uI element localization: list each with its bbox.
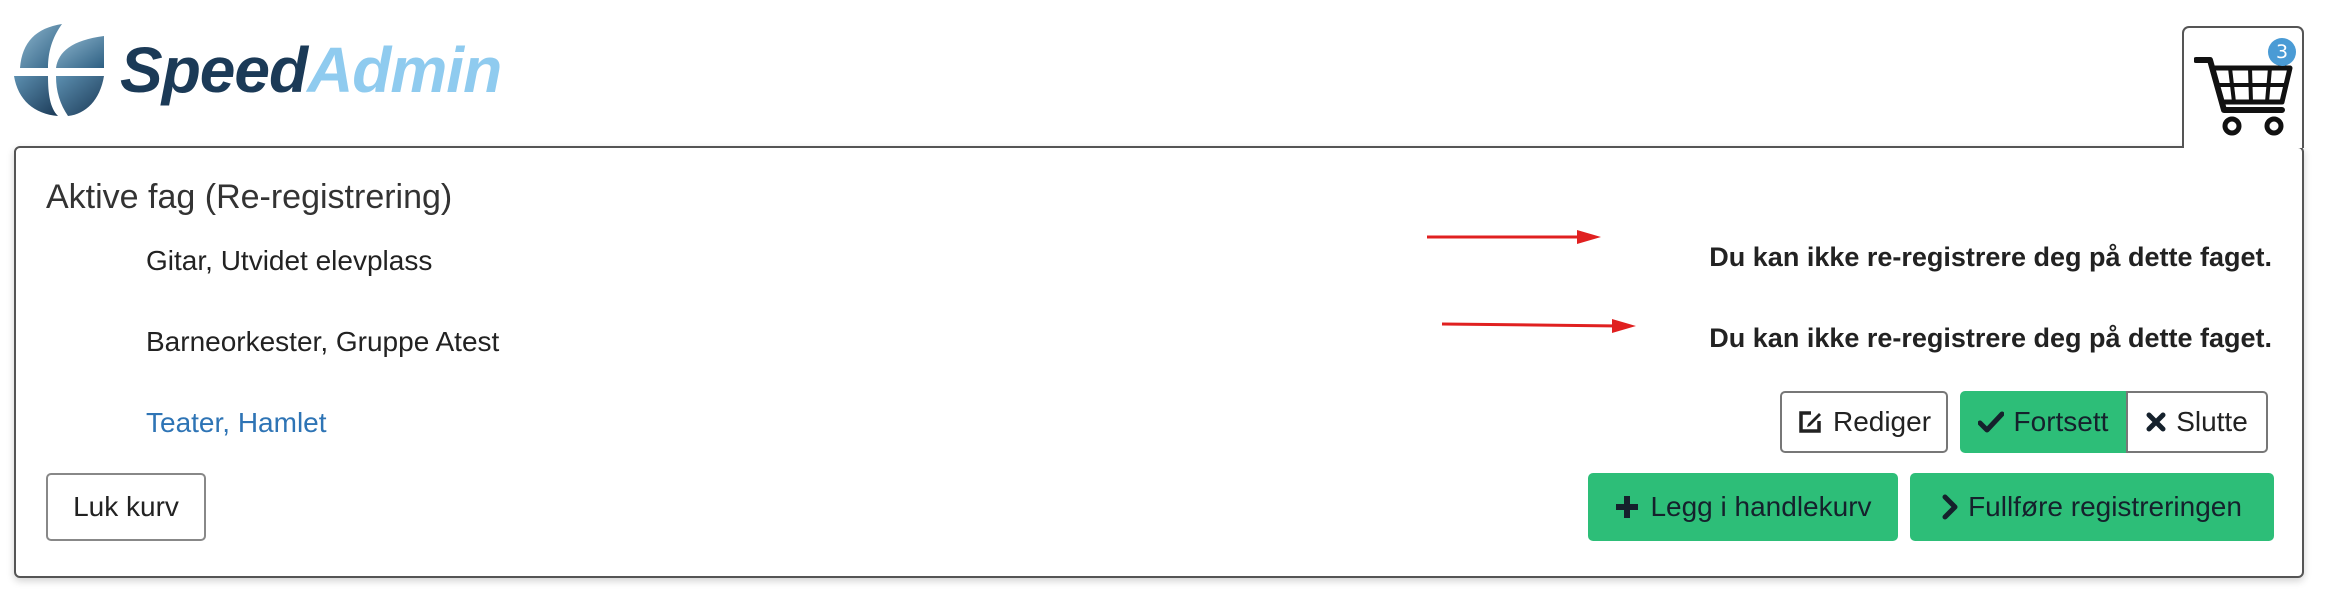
- edit-button-label: Rediger: [1832, 406, 1932, 437]
- edit-button[interactable]: Rediger: [1780, 391, 1948, 453]
- quit-button-label: Slutte: [2176, 406, 2248, 437]
- cart-count-badge: 3: [2268, 38, 2296, 66]
- close-cart-label: Luk kurv: [73, 491, 179, 522]
- complete-registration-label: Fullføre registreringen: [1968, 491, 2242, 522]
- edit-icon: [1797, 409, 1823, 435]
- chevron-right-icon: [1942, 494, 1958, 520]
- subject-message-barneorkester: Du kan ikke re-registrere deg på dette f…: [1709, 323, 2272, 353]
- subject-label-gitar: Gitar, Utvidet elevplass: [146, 245, 433, 276]
- add-to-cart-label: Legg i handlekurv: [1650, 491, 1872, 522]
- cart-button[interactable]: 3: [2182, 26, 2304, 148]
- continue-button[interactable]: Fortsett: [1960, 391, 2126, 453]
- annotation-arrow-icon: [1427, 230, 1601, 244]
- subject-message-gitar: Du kan ikke re-registrere deg på dette f…: [1709, 242, 2272, 272]
- close-icon: [2146, 412, 2166, 432]
- subject-label-barneorkester: Barneorkester, Gruppe Atest: [146, 326, 500, 357]
- continue-button-label: Fortsett: [2013, 406, 2109, 437]
- logo-word-admin: Admin: [307, 34, 502, 106]
- logo-mark-icon: [14, 24, 104, 116]
- active-subjects-panel: Aktive fag (Re-registrering) Gitar, Utvi…: [14, 146, 2304, 578]
- checkmark-icon: [1977, 411, 2004, 433]
- logo-wordmark: SpeedAdmin: [120, 38, 502, 102]
- complete-registration-button[interactable]: Fullføre registreringen: [1910, 473, 2274, 541]
- subject-link-teater[interactable]: Teater, Hamlet: [146, 407, 327, 439]
- close-cart-button[interactable]: Luk kurv: [46, 473, 206, 541]
- speedadmin-logo: SpeedAdmin: [12, 22, 502, 118]
- quit-button[interactable]: Slutte: [2126, 391, 2268, 453]
- plus-icon: [1614, 494, 1640, 520]
- panel-title: Aktive fag (Re-registrering): [46, 178, 453, 216]
- add-to-cart-button[interactable]: Legg i handlekurv: [1588, 473, 1898, 541]
- annotation-arrow-icon: [1441, 319, 1636, 333]
- logo-word-speed: Speed: [120, 34, 308, 106]
